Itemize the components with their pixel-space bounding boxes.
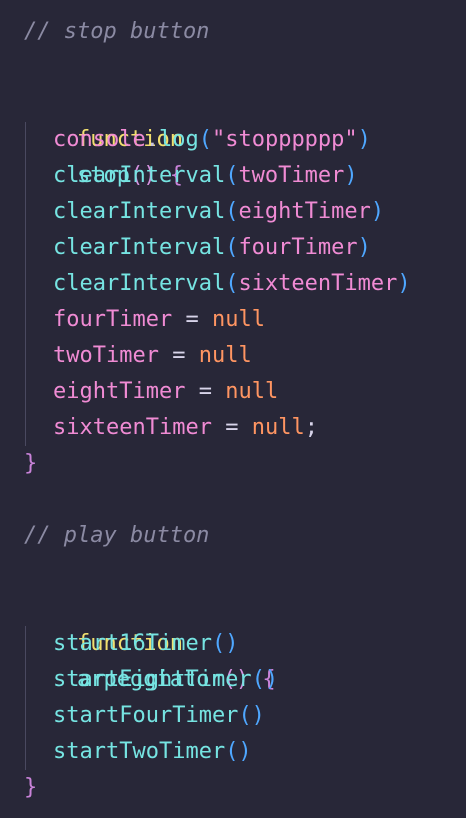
code-line-console-log: console.log("stopppppp") <box>53 122 371 158</box>
comment-stop-button: // stop button <box>24 19 210 44</box>
stop-function-signature: function stop() { <box>24 86 183 188</box>
variable: eightTimer <box>53 379 186 404</box>
function-call: start16Timer <box>53 631 212 656</box>
argument: twoTimer <box>238 163 345 188</box>
code-line-clear-two: clearInterval(twoTimer) <box>53 158 358 194</box>
null-value: null <box>198 343 252 368</box>
arpeggiator-function-signature: function arpeggiator() { <box>24 590 276 692</box>
clear-interval-call: clearInterval <box>53 199 226 224</box>
close-paren: ) <box>397 271 411 296</box>
console-object: console <box>53 127 146 152</box>
code-line-start-two: startTwoTimer() <box>53 734 252 770</box>
call-parens: () <box>225 739 252 764</box>
line-end: ; <box>304 415 318 440</box>
code-line-start-eight: startEightTimer() <box>53 662 278 698</box>
close-brace-arpeggiator: } <box>24 775 38 800</box>
log-call: log <box>158 127 199 152</box>
argument: fourTimer <box>238 235 358 260</box>
call-parens: () <box>251 667 279 692</box>
code-line-assign-eight: eightTimer = null <box>53 374 278 410</box>
open-paren: ( <box>225 199 239 224</box>
clear-interval-call: clearInterval <box>53 235 226 260</box>
indent-guide <box>25 626 26 770</box>
code-line-assign-two: twoTimer = null <box>53 338 252 374</box>
code-line-clear-sixteen: clearInterval(sixteenTimer) <box>53 266 411 302</box>
null-value: null <box>251 415 305 440</box>
variable: sixteenTimer <box>53 415 212 440</box>
open-paren: ( <box>198 127 212 152</box>
function-call: startEightTimer <box>53 667 252 692</box>
close-brace-stop: } <box>24 451 38 476</box>
code-line-assign-four: fourTimer = null <box>53 302 265 338</box>
open-paren: ( <box>225 163 239 188</box>
code-line-clear-eight: clearInterval(eightTimer) <box>53 194 384 230</box>
code-line-start16: start16Timer() <box>53 626 238 662</box>
variable: twoTimer <box>53 343 159 368</box>
null-value: null <box>225 379 279 404</box>
argument: sixteenTimer <box>238 271 398 296</box>
argument: eightTimer <box>238 199 371 224</box>
clear-interval-call: clearInterval <box>53 163 226 188</box>
open-paren: ( <box>225 271 239 296</box>
code-editor[interactable]: // stop button function stop() { console… <box>0 0 466 818</box>
close-paren: ) <box>370 199 385 224</box>
null-value: null <box>211 307 265 332</box>
code-line-start-four: startFourTimer() <box>53 698 265 734</box>
code-line-clear-four: clearInterval(fourTimer) <box>53 230 371 266</box>
variable: fourTimer <box>53 307 173 332</box>
close-paren: ) <box>344 163 358 188</box>
close-paren: ) <box>357 127 371 152</box>
assign-operator: = <box>158 343 199 368</box>
close-paren: ) <box>357 235 371 260</box>
comment-play-button: // play button <box>24 523 210 548</box>
function-call: startFourTimer <box>53 703 239 728</box>
function-call: startTwoTimer <box>53 739 226 764</box>
indent-guide <box>25 122 26 446</box>
dot: . <box>145 127 159 152</box>
code-line-assign-sixteen: sixteenTimer = null; <box>53 410 318 446</box>
open-paren: ( <box>225 235 239 260</box>
call-parens: () <box>238 703 265 728</box>
assign-operator: = <box>172 307 212 332</box>
assign-operator: = <box>185 379 226 404</box>
clear-interval-call: clearInterval <box>53 271 226 296</box>
call-parens: () <box>211 631 239 656</box>
assign-operator: = <box>211 415 252 440</box>
string-arg: "stopppppp" <box>211 127 358 152</box>
